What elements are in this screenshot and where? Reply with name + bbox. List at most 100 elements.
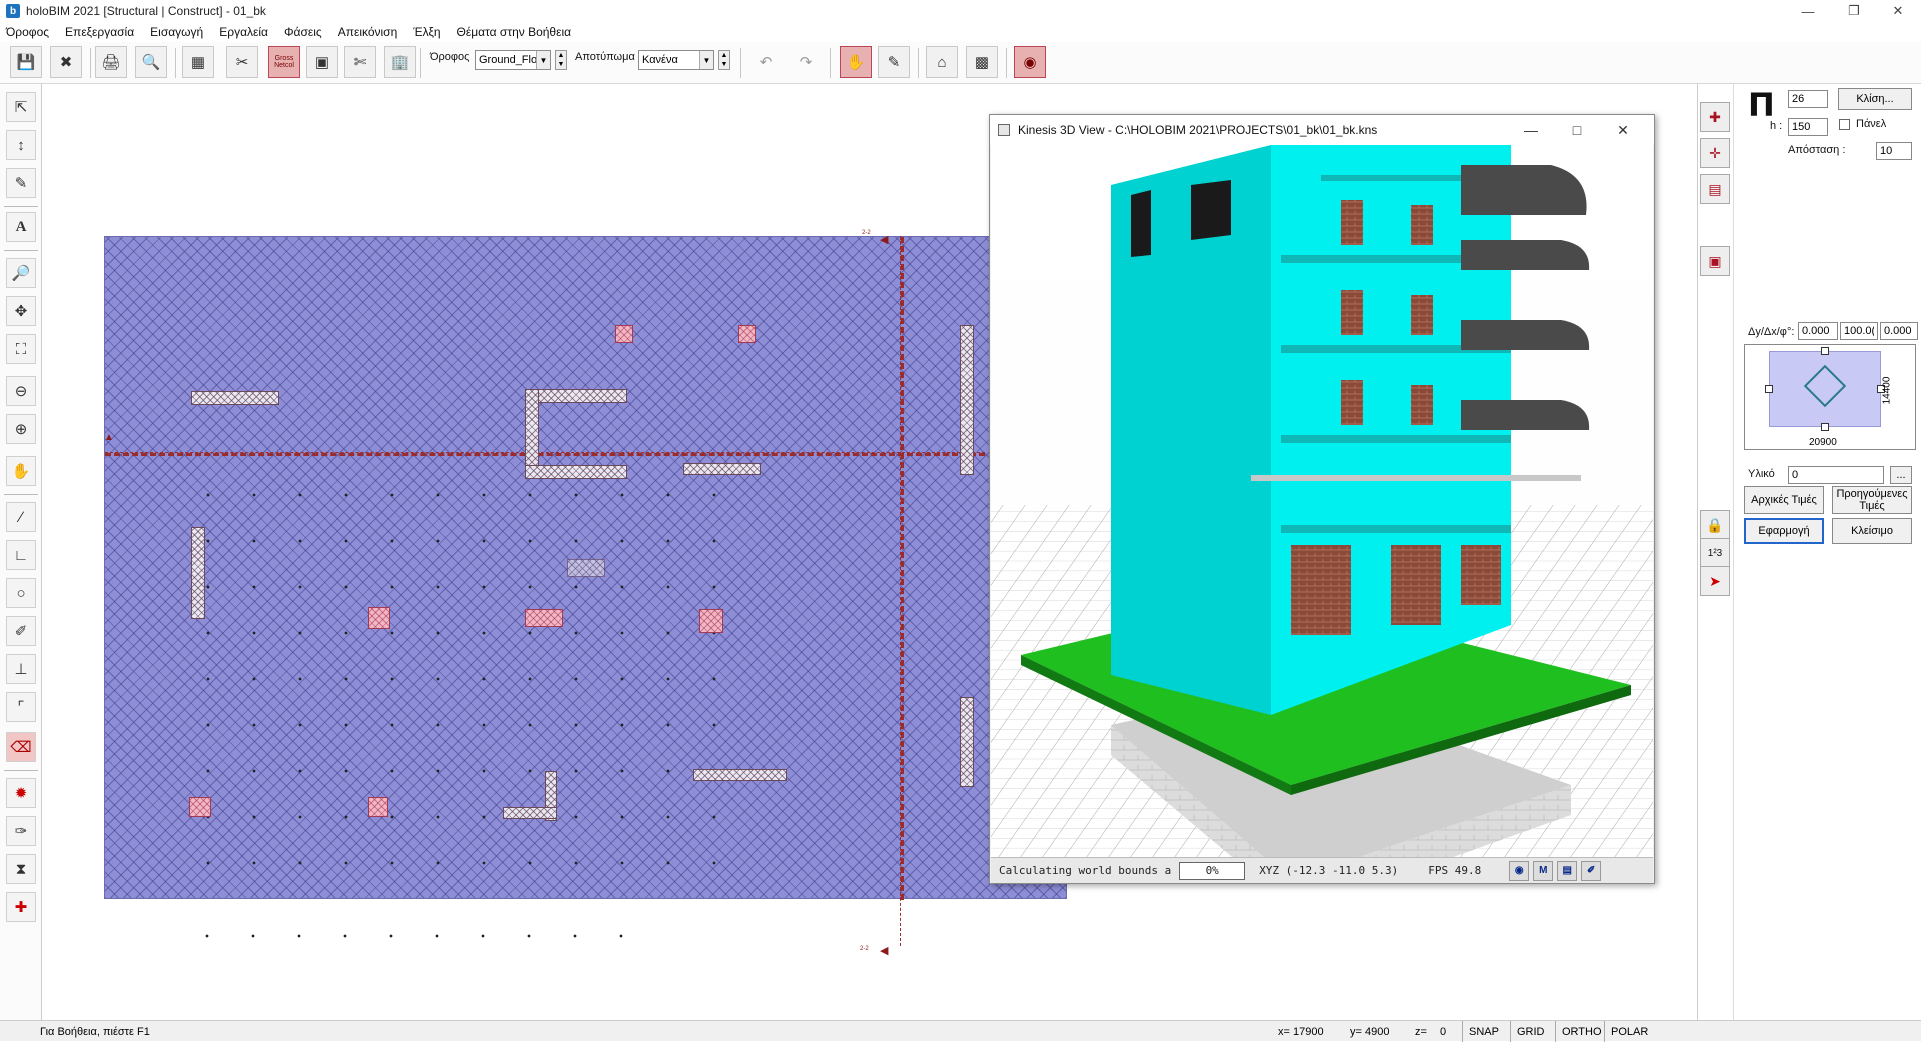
column[interactable] [738,325,756,343]
column[interactable] [189,797,211,817]
brush-icon[interactable]: ✐ [1581,860,1602,881]
wall[interactable] [960,325,974,475]
grip-handle[interactable] [1821,423,1829,431]
perpendicular-icon[interactable]: ⊥ [6,654,36,684]
wall[interactable] [191,391,279,405]
h-input[interactable] [1788,118,1828,136]
previous-values-button[interactable]: Προηγούμενες Τιμές [1832,486,1912,514]
edit-pencil-icon[interactable]: ✎ [6,168,36,198]
frame-icon[interactable]: ▣ [306,46,338,78]
scissors-icon[interactable]: ✄ [344,46,376,78]
hand-select-icon[interactable]: ✋ [840,46,872,78]
save-icon[interactable]: 💾 [10,46,42,78]
minimize-button[interactable]: — [1785,0,1831,22]
gross-netcol-button[interactable]: Gross Netcol [268,46,300,78]
line-icon[interactable]: ∕ [6,502,36,532]
lock-icon[interactable]: 🔒 [1700,510,1730,540]
material-input[interactable] [1788,466,1884,484]
redo-icon[interactable]: ↷ [790,46,822,78]
slope-button[interactable]: Κλίση... [1838,88,1912,110]
menu-phases[interactable]: Φάσεις [284,25,322,39]
close-panel-button[interactable]: Κλείσιμο [1832,518,1912,544]
grip-handle[interactable] [1765,385,1773,393]
structure-icon[interactable]: ▦ [182,46,214,78]
floor-slab[interactable] [104,236,1067,900]
brush-icon[interactable]: ✐ [6,616,36,646]
distance-input[interactable] [1876,142,1912,160]
close-button[interactable]: ✕ [1875,0,1921,22]
kinesis-3d-window[interactable]: Kinesis 3D View - C:\HOLOBIM 2021\PROJEC… [989,114,1655,884]
viewer-maximize-button[interactable]: □ [1554,115,1600,145]
opening[interactable] [567,559,605,577]
viewer-close-button[interactable]: ✕ [1600,115,1646,145]
pencil-icon[interactable]: ✎ [878,46,910,78]
wall[interactable] [960,697,974,787]
floor-select[interactable]: Ground_Flo ▼ [475,50,551,70]
menu-edit[interactable]: Επεξεργασία [65,25,134,39]
zoom-window-icon[interactable]: 🔎 [6,258,36,288]
house-icon[interactable]: ⌂ [926,46,958,78]
multi-add-icon[interactable]: ✛ [1700,138,1730,168]
dimension-icon[interactable]: ↕ [6,130,36,160]
text-tool-icon[interactable]: A [6,212,36,242]
wall[interactable] [191,527,205,619]
pan-icon[interactable]: ✥ [6,296,36,326]
print-icon[interactable]: 🖨 [95,46,127,78]
zoom-out-icon[interactable]: ⊖ [6,376,36,406]
building-icon[interactable]: 🏢 [384,46,416,78]
menu-snap[interactable]: Έλξη [413,25,440,39]
eraser-icon[interactable]: ⌫ [6,732,36,762]
zoom-in-icon[interactable]: ⊕ [6,414,36,444]
osnap-icon[interactable]: ✑ [6,816,36,846]
3d-viewport[interactable] [991,145,1653,857]
print-preview-icon[interactable]: 🔍 [135,46,167,78]
zoom-extents-icon[interactable]: ⛶ [6,334,36,364]
footprint-spinner[interactable]: ▲ ▼ [718,50,730,70]
menu-insert[interactable]: Εισαγωγή [150,25,203,39]
material-browse-button[interactable]: ... [1890,466,1912,484]
slab-select-icon[interactable]: ▣ [1700,246,1730,276]
ruler-icon[interactable]: ▤ [1700,174,1730,204]
polyline-icon[interactable]: ∟ [6,540,36,570]
polar-toggle[interactable]: POLAR [1604,1021,1654,1042]
wall[interactable] [683,463,761,475]
phi-input[interactable] [1880,322,1918,340]
grid-toggle[interactable]: GRID [1510,1021,1551,1042]
numbering-icon[interactable]: 1²3 [1700,538,1730,568]
door-icon[interactable]: ⧗ [6,854,36,884]
menu-tools[interactable]: Εργαλεία [219,25,268,39]
close-file-icon[interactable]: ✖ [50,46,82,78]
dy-input[interactable] [1798,322,1838,340]
screenshot-icon[interactable]: ▤ [1557,860,1578,881]
wall[interactable] [503,807,557,819]
column[interactable] [525,609,563,627]
dx-input[interactable] [1840,322,1878,340]
grip-handle[interactable] [1821,347,1829,355]
select-window-icon[interactable]: ⇱ [6,92,36,122]
wall[interactable] [525,465,627,479]
snap-toggle[interactable]: SNAP [1462,1021,1505,1042]
cut-icon[interactable]: ✂ [226,46,258,78]
snap-point-icon[interactable]: ✹ [6,778,36,808]
panel-checkbox[interactable] [1839,119,1850,130]
hand-pan-icon[interactable]: ✋ [6,456,36,486]
ortho-toggle[interactable]: ORTHO [1555,1021,1608,1042]
column[interactable] [615,325,633,343]
undo-icon[interactable]: ↶ [750,46,782,78]
add-element-icon[interactable]: ✚ [1700,102,1730,132]
restore-button[interactable]: ❐ [1831,0,1877,22]
viewer-minimize-button[interactable]: — [1508,115,1554,145]
floor-spinner[interactable]: ▲ ▼ [555,50,567,70]
corner-icon[interactable]: ⌜ [6,692,36,722]
apply-button[interactable]: Εφαρμογή [1744,518,1824,544]
initial-values-button[interactable]: Αρχικές Τιμές [1744,486,1824,514]
menu-floor[interactable]: Όροφος [6,25,49,39]
m-button[interactable]: M [1533,860,1554,881]
circle-icon[interactable]: ○ [6,578,36,608]
arrow-tool-icon[interactable]: ➤ [1700,566,1730,596]
wall[interactable] [693,769,787,781]
width-input[interactable] [1788,90,1828,108]
column[interactable] [368,607,390,629]
column[interactable] [368,797,388,817]
multistorey-icon[interactable]: ▩ [966,46,998,78]
